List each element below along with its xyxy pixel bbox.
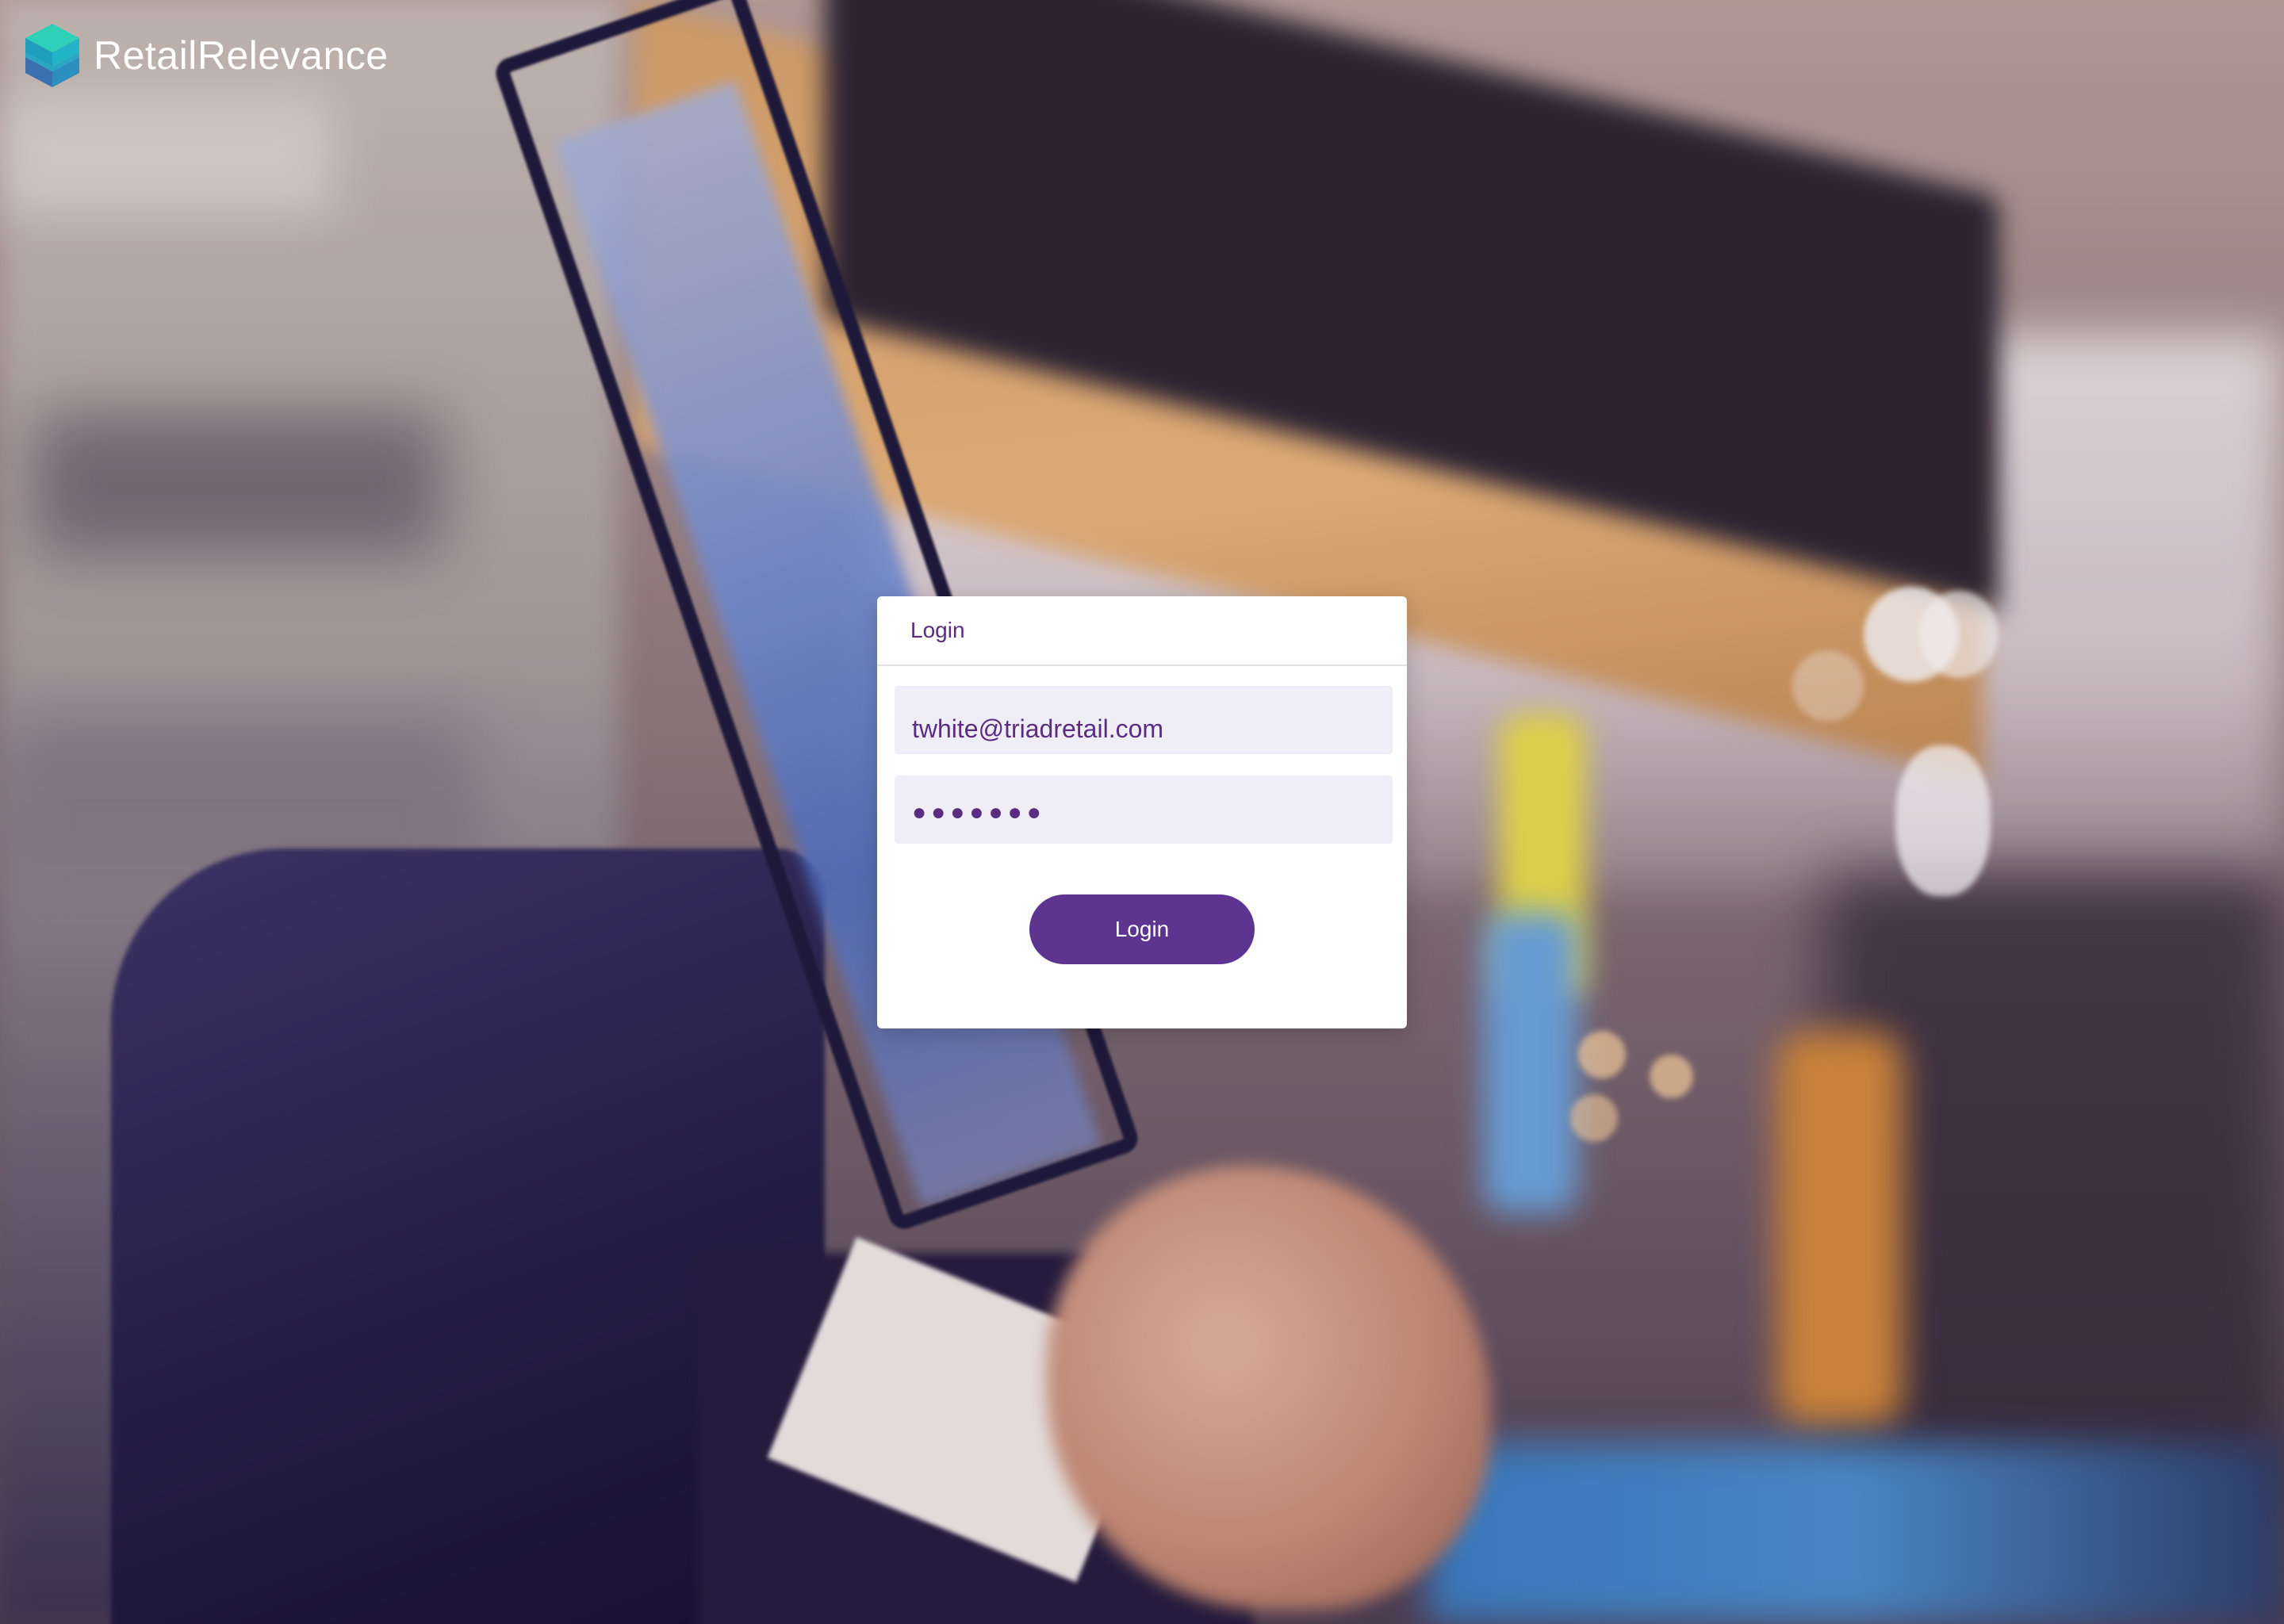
brand-name: RetailRelevance	[94, 33, 389, 78]
brand-logo: RetailRelevance	[22, 22, 389, 89]
email-field[interactable]: twhite@triadretail.com	[895, 686, 1393, 754]
password-field[interactable]: ●●●●●●●	[895, 776, 1393, 844]
login-title: Login	[910, 618, 965, 642]
login-button[interactable]: Login	[1029, 894, 1255, 964]
login-card-header: Login	[877, 596, 1407, 666]
login-card: Login twhite@triadretail.com ●●●●●●● Log…	[877, 596, 1407, 1028]
stacked-cubes-icon	[25, 24, 79, 87]
